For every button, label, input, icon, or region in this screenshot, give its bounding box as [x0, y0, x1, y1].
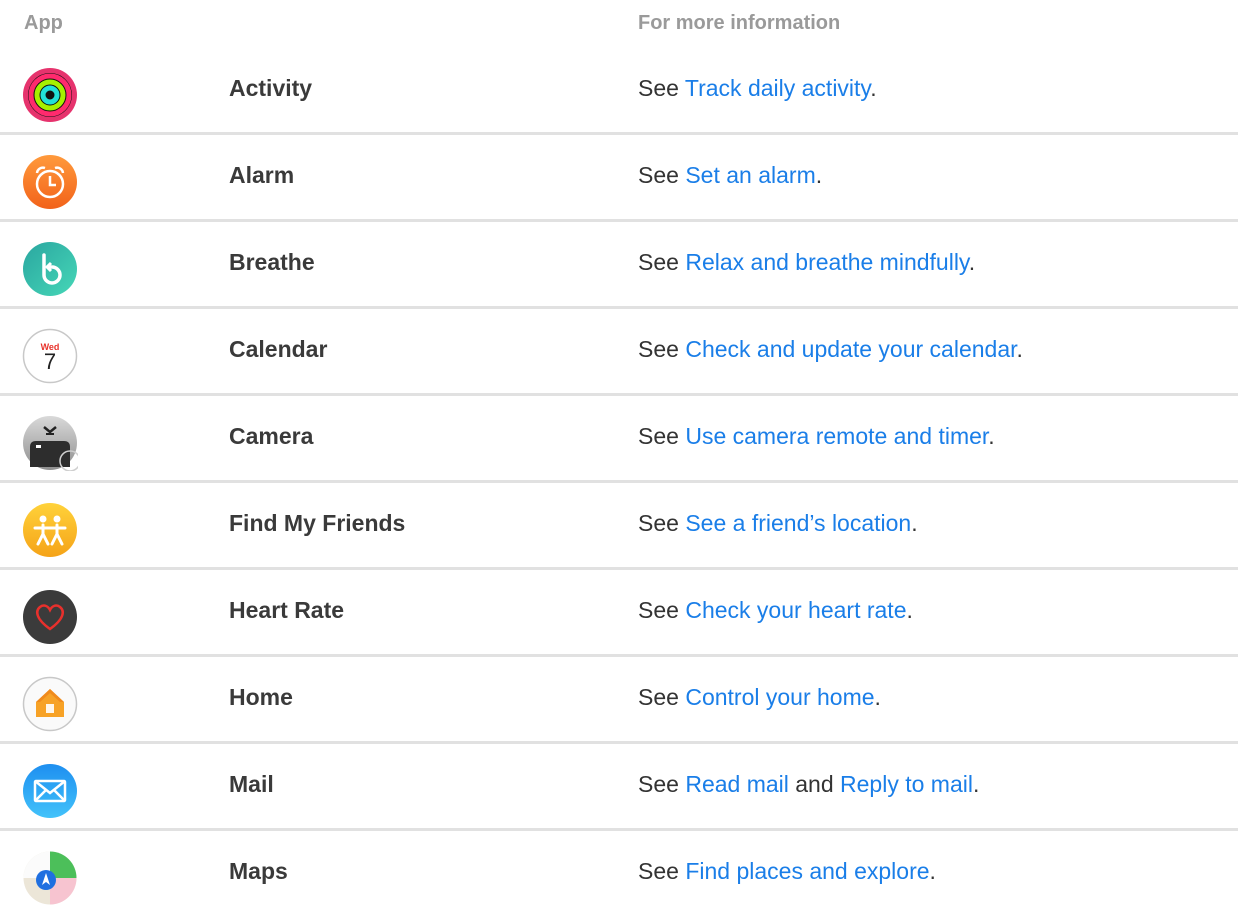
period: . [988, 423, 995, 449]
period: . [1016, 336, 1023, 362]
see-text: See [638, 336, 686, 362]
table-row: Find My Friends See See a friend’s locat… [0, 483, 1238, 570]
heart-rate-icon [22, 589, 78, 645]
link-track-daily-activity[interactable]: Track daily activity [685, 75, 870, 101]
table-row: Home See Control your home. [0, 657, 1238, 744]
see-text: See [638, 597, 686, 623]
camera-icon [22, 415, 78, 471]
period: . [815, 162, 823, 188]
app-name: Heart Rate [229, 597, 345, 623]
see-text: See [638, 162, 686, 188]
info-text: See Read mail and Reply to mail. [638, 771, 979, 798]
link-camera-remote[interactable]: Use camera remote and timer [685, 423, 988, 449]
column-header-info: For more information [638, 12, 841, 34]
maps-icon [22, 850, 78, 906]
see-text: See [638, 684, 686, 710]
app-table: App For more information Activity See Tr… [0, 0, 1238, 915]
info-text: See Set an alarm. [638, 162, 822, 189]
table-row: Wed 7 Calendar See Check and update your… [0, 309, 1238, 396]
link-heart-rate[interactable]: Check your heart rate [685, 597, 906, 623]
period: . [929, 858, 936, 884]
see-text: See [638, 510, 686, 536]
activity-icon [22, 67, 78, 123]
period: . [911, 510, 918, 536]
period: . [870, 75, 877, 101]
table-header: App For more information [0, 0, 1238, 48]
link-check-calendar[interactable]: Check and update your calendar [685, 336, 1016, 362]
app-name: Mail [229, 771, 274, 797]
see-text: See [638, 75, 685, 101]
alarm-icon [22, 154, 78, 210]
app-name: Home [229, 684, 293, 710]
info-text: See Use camera remote and timer. [638, 423, 995, 450]
table-row: Heart Rate See Check your heart rate. [0, 570, 1238, 657]
app-name: Camera [229, 423, 314, 449]
period: . [906, 597, 913, 623]
table-row: Camera See Use camera remote and timer. [0, 396, 1238, 483]
see-text: See [638, 858, 686, 884]
app-name: Breathe [229, 249, 315, 275]
find-my-friends-icon [22, 502, 78, 558]
table-row: Alarm See Set an alarm. [0, 135, 1238, 222]
info-text: See Find places and explore. [638, 858, 936, 885]
link-read-mail[interactable]: Read mail [685, 771, 789, 797]
mail-icon [22, 763, 78, 819]
table-row: Activity See Track daily activity. [0, 48, 1238, 135]
link-set-an-alarm[interactable]: Set an alarm [685, 162, 815, 188]
table-row: Mail See Read mail and Reply to mail. [0, 744, 1238, 831]
calendar-icon: Wed 7 [22, 328, 78, 384]
link-find-places[interactable]: Find places and explore [685, 858, 929, 884]
see-text: See [638, 249, 686, 275]
see-text: See [638, 771, 686, 797]
svg-text:7: 7 [44, 349, 56, 374]
table-row: Breathe See Relax and breathe mindfully. [0, 222, 1238, 309]
app-name: Maps [229, 858, 288, 884]
column-header-app: App [24, 12, 63, 34]
and-text: and [788, 771, 841, 797]
period: . [874, 684, 881, 710]
breathe-icon [22, 241, 78, 297]
link-reply-to-mail[interactable]: Reply to mail [840, 771, 973, 797]
info-text: See Track daily activity. [638, 75, 877, 102]
table-row: Maps See Find places and explore. [0, 831, 1238, 915]
info-text: See Relax and breathe mindfully. [638, 249, 975, 276]
link-friend-location[interactable]: See a friend’s location [685, 510, 911, 536]
see-text: See [638, 423, 686, 449]
home-icon [22, 676, 78, 732]
info-text: See Check and update your calendar. [638, 336, 1023, 363]
app-name: Activity [229, 75, 313, 101]
app-name: Calendar [229, 336, 328, 362]
period: . [972, 771, 980, 797]
info-text: See See a friend’s location. [638, 510, 918, 537]
app-name: Alarm [229, 162, 295, 188]
period: . [968, 249, 976, 275]
app-name: Find My Friends [229, 510, 406, 536]
link-relax-and-breathe[interactable]: Relax and breathe mindfully [685, 249, 968, 275]
info-text: See Control your home. [638, 684, 881, 711]
link-control-home[interactable]: Control your home [685, 684, 874, 710]
info-text: See Check your heart rate. [638, 597, 913, 624]
